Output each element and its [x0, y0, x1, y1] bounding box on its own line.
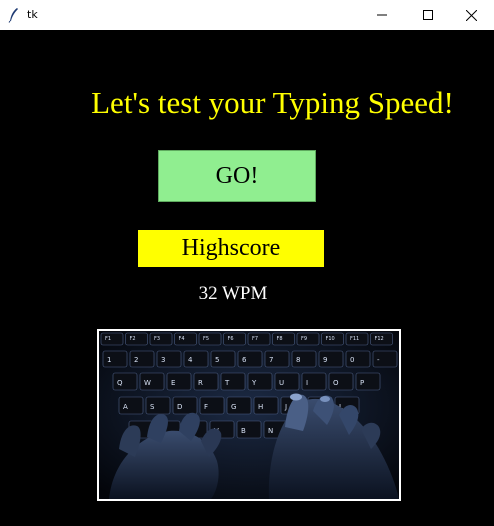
key-label: U — [279, 379, 284, 387]
key-label: 4 — [188, 356, 193, 364]
key-label: F2 — [130, 336, 136, 342]
maximize-icon — [422, 10, 433, 20]
key-label: 1 — [107, 356, 111, 364]
key-label: F8 — [277, 336, 283, 342]
close-icon — [466, 9, 477, 21]
minimize-icon — [376, 14, 387, 16]
key-label: 6 — [242, 356, 247, 364]
key-label: F1 — [105, 336, 111, 342]
key-label: 8 — [296, 356, 300, 364]
feather-icon — [8, 8, 18, 23]
window-title: tk — [27, 8, 38, 21]
key-label: N — [268, 427, 273, 435]
key-label: I — [306, 379, 308, 387]
key-label: 5 — [215, 356, 219, 364]
key-label: T — [224, 379, 230, 387]
app-window: tk Let's test your Typing Speed! GO! Hig… — [0, 0, 494, 526]
key-label: J — [284, 403, 287, 411]
highscore-button[interactable]: Highscore — [138, 230, 324, 267]
go-button[interactable]: GO! — [158, 150, 316, 202]
key-label: E — [171, 379, 175, 387]
close-button[interactable] — [449, 0, 494, 30]
key-label: 0 — [350, 356, 354, 364]
key-label: B — [241, 427, 246, 435]
key-label: F7 — [252, 336, 258, 342]
key-label: F6 — [228, 336, 234, 342]
key-label: F11 — [350, 336, 359, 342]
keyboard-illustration: F1 F2 F3 F4 F5 F6 F7 F8 F9 F10 F11 F121 2 3 4 5 6 7 8 9 0 -Q W… — [99, 331, 399, 499]
key-label: D — [177, 403, 182, 411]
key-label: P — [360, 379, 364, 387]
key-label: S — [150, 403, 155, 411]
page-title: Let's test your Typing Speed! — [91, 85, 454, 120]
key-label: F4 — [179, 336, 185, 342]
key-label: 3 — [161, 356, 165, 364]
maximize-button[interactable] — [405, 0, 450, 30]
key-label: F10 — [326, 336, 335, 342]
key-label: W — [144, 379, 151, 387]
key-label: F — [204, 403, 208, 411]
key-label: R — [198, 379, 203, 387]
key-label: G — [231, 403, 236, 411]
key-label: Y — [251, 379, 257, 387]
keyboard-photo: F1 F2 F3 F4 F5 F6 F7 F8 F9 F10 F11 F12 1 2 3 4 5 6 7 8 9 0- Q W… — [97, 329, 401, 501]
key-label: O — [333, 379, 339, 387]
minimize-button[interactable] — [359, 0, 404, 30]
key-label: Q — [117, 379, 123, 387]
title-bar[interactable]: tk — [0, 0, 494, 30]
key-label: F3 — [154, 336, 160, 342]
key-label: F5 — [203, 336, 209, 342]
main-content: Let's test your Typing Speed! GO! Highsc… — [0, 30, 494, 526]
key-label: F9 — [301, 336, 307, 342]
wpm-label: 32 WPM — [198, 283, 268, 304]
key-label: A — [123, 403, 128, 411]
key-label: 2 — [134, 356, 138, 364]
key-label: H — [258, 403, 263, 411]
key-label: 7 — [269, 356, 273, 364]
key-label: F12 — [375, 336, 384, 342]
key-label: 9 — [323, 356, 327, 364]
